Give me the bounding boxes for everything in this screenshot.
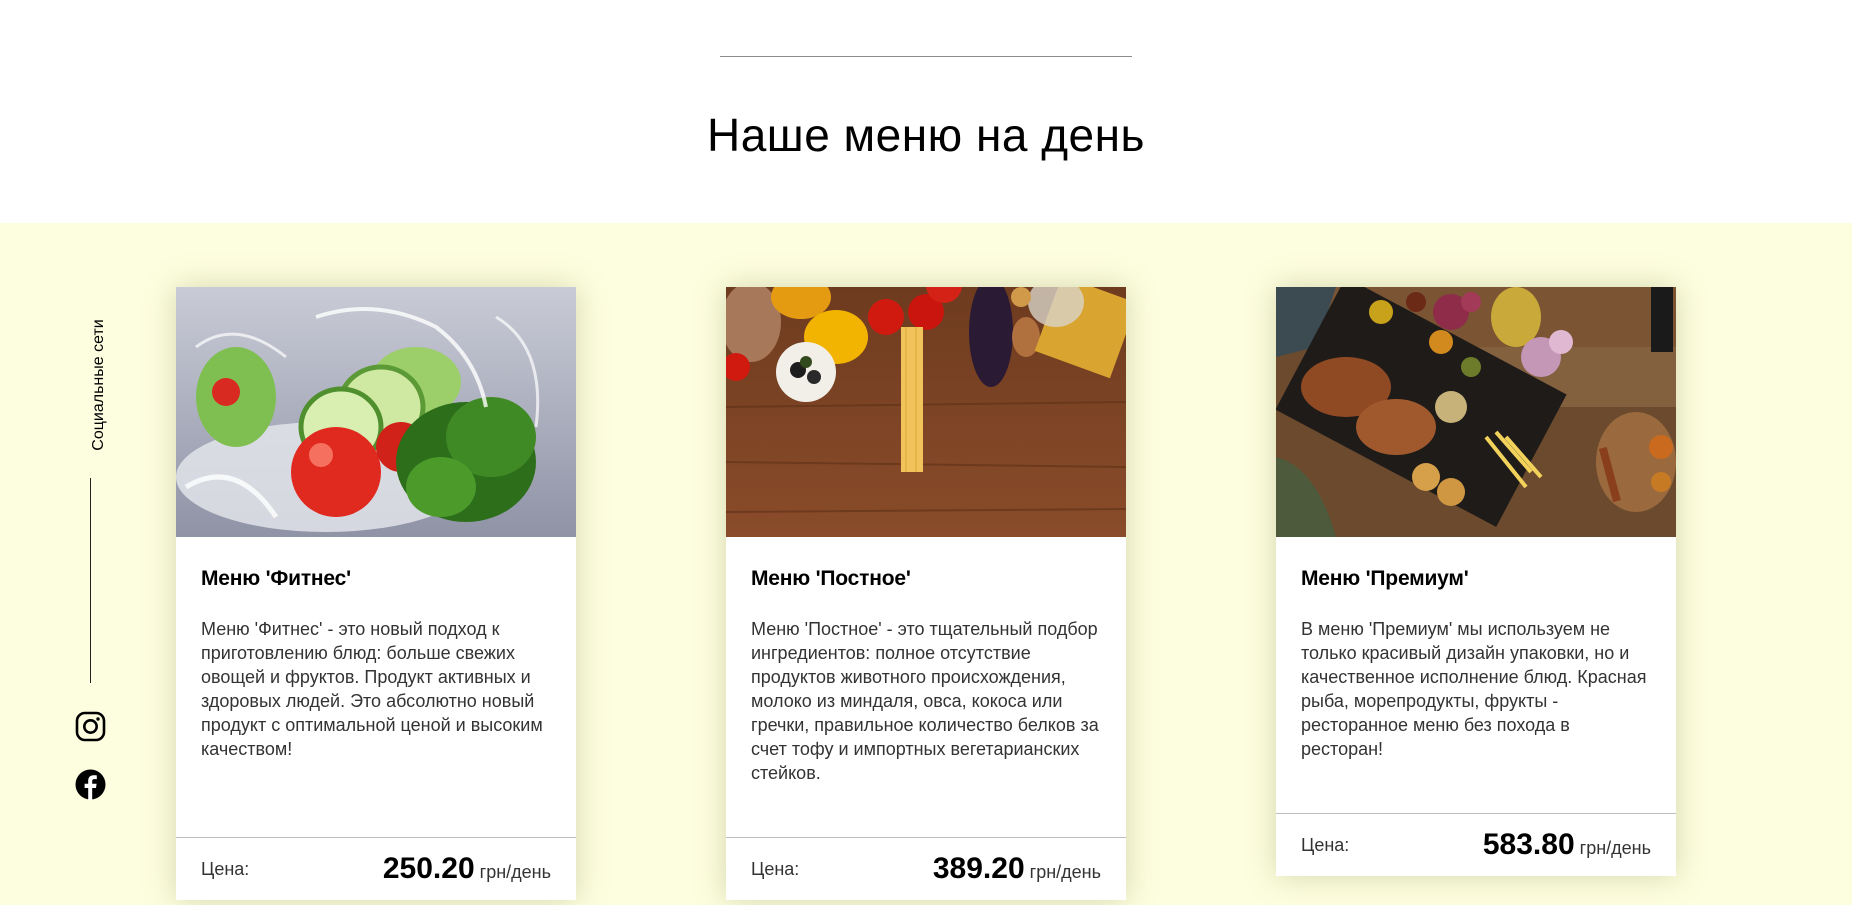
card-title: Меню 'Постное' xyxy=(751,567,911,590)
price-value: 389.20 xyxy=(932,852,1025,885)
price-block: 250.20 грн/день xyxy=(383,852,551,886)
card-title: Меню 'Премиум' xyxy=(1301,567,1469,590)
card-body: Меню 'Фитнес' Меню 'Фитнес' - это новый … xyxy=(176,537,576,761)
instagram-icon[interactable] xyxy=(75,711,106,742)
price-value: 250.20 xyxy=(382,852,475,885)
menu-card-premium[interactable]: Меню 'Премиум' В меню 'Премиум' мы испол… xyxy=(1276,287,1676,876)
social-divider xyxy=(90,478,91,683)
page-header: Наше меню на день xyxy=(0,0,1852,223)
premium-menu-image xyxy=(1276,287,1676,537)
card-price-footer: Цена: 250.20 грн/день xyxy=(176,837,576,900)
price-block: 583.80 грн/день xyxy=(1483,828,1651,862)
price-label: Цена: xyxy=(201,858,250,879)
card-description: В меню 'Премиум' мы используем не только… xyxy=(1301,619,1647,759)
price-block: 389.20 грн/день xyxy=(933,852,1101,886)
fitness-menu-image xyxy=(176,287,576,537)
price-label: Цена: xyxy=(1301,834,1350,855)
price-unit: грн/день xyxy=(479,862,551,882)
menu-card-fitness[interactable]: Меню 'Фитнес' Меню 'Фитнес' - это новый … xyxy=(176,287,576,900)
price-label: Цена: xyxy=(751,858,800,879)
facebook-icon[interactable] xyxy=(75,769,106,800)
lean-menu-image xyxy=(726,287,1126,537)
card-price-footer: Цена: 389.20 грн/день xyxy=(726,837,1126,900)
card-description: Меню 'Постное' - это тщательный подбор и… xyxy=(751,619,1099,783)
card-description: Меню 'Фитнес' - это новый подход к приго… xyxy=(201,619,543,759)
card-body: Меню 'Постное' Меню 'Постное' - это тщат… xyxy=(726,537,1126,785)
price-value: 583.80 xyxy=(1482,828,1575,861)
card-title: Меню 'Фитнес' xyxy=(201,567,351,590)
price-unit: грн/день xyxy=(1029,862,1101,882)
menu-card-lean[interactable]: Меню 'Постное' Меню 'Постное' - это тщат… xyxy=(726,287,1126,900)
card-body: Меню 'Премиум' В меню 'Премиум' мы испол… xyxy=(1276,537,1676,761)
social-label: Социальные сети xyxy=(90,319,107,451)
header-divider xyxy=(720,56,1132,57)
card-price-footer: Цена: 583.80 грн/день xyxy=(1276,813,1676,876)
page-title: Наше меню на день xyxy=(706,109,1146,161)
price-unit: грн/день xyxy=(1579,838,1651,858)
